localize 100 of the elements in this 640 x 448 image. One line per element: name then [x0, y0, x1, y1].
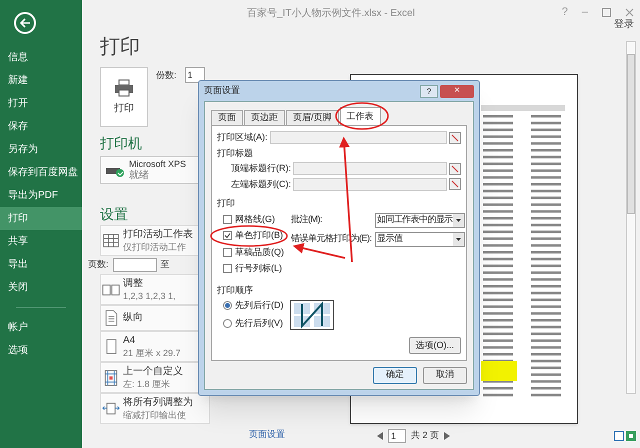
sidebar-item[interactable]: 打印	[0, 207, 82, 230]
checkbox[interactable]	[223, 248, 232, 257]
next-page-icon[interactable]	[444, 432, 450, 440]
settings-option[interactable]: 将所有列调整为 缩减打印输出使	[100, 393, 210, 424]
checkbox-option[interactable]: 草稿品质(Q)	[223, 246, 291, 259]
page-setup-link[interactable]: 页面设置	[249, 428, 285, 442]
checkbox[interactable]	[223, 214, 232, 224]
print-area-label: 打印区域(A):	[217, 131, 268, 144]
dialog-tab[interactable]: 页边距	[244, 110, 285, 125]
radio-label: 先行后列(V)	[235, 316, 283, 330]
from-page-field[interactable]	[112, 258, 157, 272]
scroll-bar[interactable]	[626, 41, 636, 394]
dialog-close-button[interactable]: ×	[440, 84, 474, 98]
sidebar-item[interactable]: 新建	[0, 69, 82, 92]
option-title: 将所有列调整为	[123, 396, 193, 408]
radio-button[interactable]	[223, 318, 232, 328]
page-order-drawing	[290, 300, 334, 330]
sidebar-item[interactable]: 帐户	[0, 316, 82, 339]
cancel-button[interactable]: 取消	[423, 366, 467, 384]
pages-label: 页数:	[88, 258, 109, 272]
sidebar-item[interactable]: 保存到百度网盘	[0, 161, 82, 184]
checkbox-label: 行号列标(L)	[235, 262, 282, 275]
annotation-ellipse	[335, 102, 389, 130]
sign-in-link[interactable]: 登录	[614, 17, 634, 32]
checkbox[interactable]	[223, 264, 232, 274]
dialog-title: 页面设置	[204, 84, 240, 98]
printer-icon	[114, 78, 134, 96]
left-columns-label: 左端标题列(C):	[231, 178, 291, 191]
checkbox-label: 网格线(G)	[235, 212, 275, 226]
option-subtitle: 左: 1.8 厘米	[123, 378, 172, 390]
comments-label: 批注(M):	[291, 213, 323, 226]
page-number-field[interactable]: 1	[388, 429, 406, 443]
dropdown-caret-icon	[452, 232, 464, 246]
previous-page-icon[interactable]	[377, 432, 383, 440]
errors-dropdown[interactable]: 显示值	[375, 232, 465, 246]
margins-icon	[102, 368, 120, 386]
checkbox-option[interactable]: 网格线(G)	[223, 212, 291, 226]
printer-status: 就绪	[129, 170, 150, 182]
dialog-tab[interactable]: 页眉/页脚	[286, 110, 339, 125]
collapse-dialog-icon[interactable]	[449, 162, 461, 175]
sidebar-item[interactable]: 保存	[0, 115, 82, 138]
back-arrow-icon	[19, 17, 31, 29]
sheet-icon	[102, 232, 120, 250]
maximize-icon[interactable]	[602, 8, 611, 17]
checkbox[interactable]	[223, 231, 232, 240]
checkbox-option[interactable]: 单色打印(B)	[223, 229, 291, 242]
option-subtitle: 21 厘米 x 29.7	[123, 346, 181, 358]
dialog-help-button[interactable]: ?	[420, 84, 438, 98]
sidebar-item[interactable]: 另存为	[0, 138, 82, 161]
print-button[interactable]: 打印	[100, 67, 148, 127]
dialog-tab[interactable]: 工作表	[340, 107, 381, 125]
top-rows-label: 顶端标题行(R):	[231, 162, 291, 175]
printer-name: Microsoft XPS	[129, 158, 186, 170]
dropdown-caret-icon	[452, 214, 464, 226]
section-heading: 打印顺序	[217, 284, 254, 296]
option-title: 调整	[123, 278, 144, 290]
sidebar-item[interactable]: 打开	[0, 92, 82, 115]
print-area-field[interactable]	[270, 131, 447, 144]
options-button[interactable]: 选项(O)...	[408, 337, 461, 354]
settings-heading: 设置	[100, 205, 129, 224]
copies-label: 份数:	[156, 69, 177, 82]
option-subtitle: 1,2,3 1,2,3 1,	[123, 290, 176, 302]
sidebar-item[interactable]: 导出为PDF	[0, 184, 82, 207]
show-margins-icon[interactable]	[614, 431, 624, 441]
option-title: 纵向	[123, 312, 143, 324]
comments-dropdown[interactable]: 如同工作表中的显示	[375, 212, 465, 228]
highlight-mark	[481, 361, 517, 381]
option-title: A4	[123, 334, 136, 346]
pages-to-label: 至	[160, 258, 170, 272]
radio-option[interactable]: 先列后行(D)	[223, 299, 284, 312]
sidebar-item[interactable]: 关闭	[0, 276, 82, 299]
window-title: 百家号_IT小人物示例文件.xlsx - Excel	[247, 6, 415, 21]
ok-button[interactable]: 确定	[373, 366, 417, 384]
option-subtitle: 缩减打印输出使	[123, 408, 187, 420]
zoom-page-icon[interactable]	[626, 431, 636, 441]
left-columns-field[interactable]	[293, 178, 447, 191]
checkbox-label: 草稿品质(Q)	[235, 246, 284, 259]
radio-button[interactable]	[223, 301, 232, 310]
option-subtitle: 仅打印活动工作	[123, 240, 187, 252]
sidebar-item[interactable]: 选项	[0, 339, 82, 362]
section-heading: 打印	[217, 197, 236, 210]
section-heading: 打印标题	[217, 146, 254, 160]
sidebar-item[interactable]: 信息	[0, 46, 82, 69]
page-title: 打印	[100, 35, 141, 59]
close-icon[interactable]	[625, 8, 634, 17]
checkbox-label: 单色打印(B)	[235, 229, 283, 242]
sidebar-item[interactable]: 导出	[0, 253, 82, 276]
dialog-tab[interactable]: 页面	[211, 110, 243, 125]
radio-label: 先列后行(D)	[235, 299, 284, 312]
printer-heading: 打印机	[100, 134, 143, 153]
option-title: 打印活动工作表	[123, 228, 193, 240]
checkbox-option[interactable]: 行号列标(L)	[223, 262, 291, 276]
collapse-dialog-icon[interactable]	[449, 178, 461, 190]
collapse-dialog-icon[interactable]	[449, 132, 461, 144]
radio-option[interactable]: 先行后列(V)	[223, 316, 284, 330]
sidebar-item[interactable]: 共享	[0, 230, 82, 253]
copies-field[interactable]: 1	[184, 67, 205, 83]
back-button[interactable]	[14, 12, 36, 34]
top-rows-field[interactable]	[293, 162, 447, 176]
page-total: 共 2 页	[411, 429, 440, 442]
